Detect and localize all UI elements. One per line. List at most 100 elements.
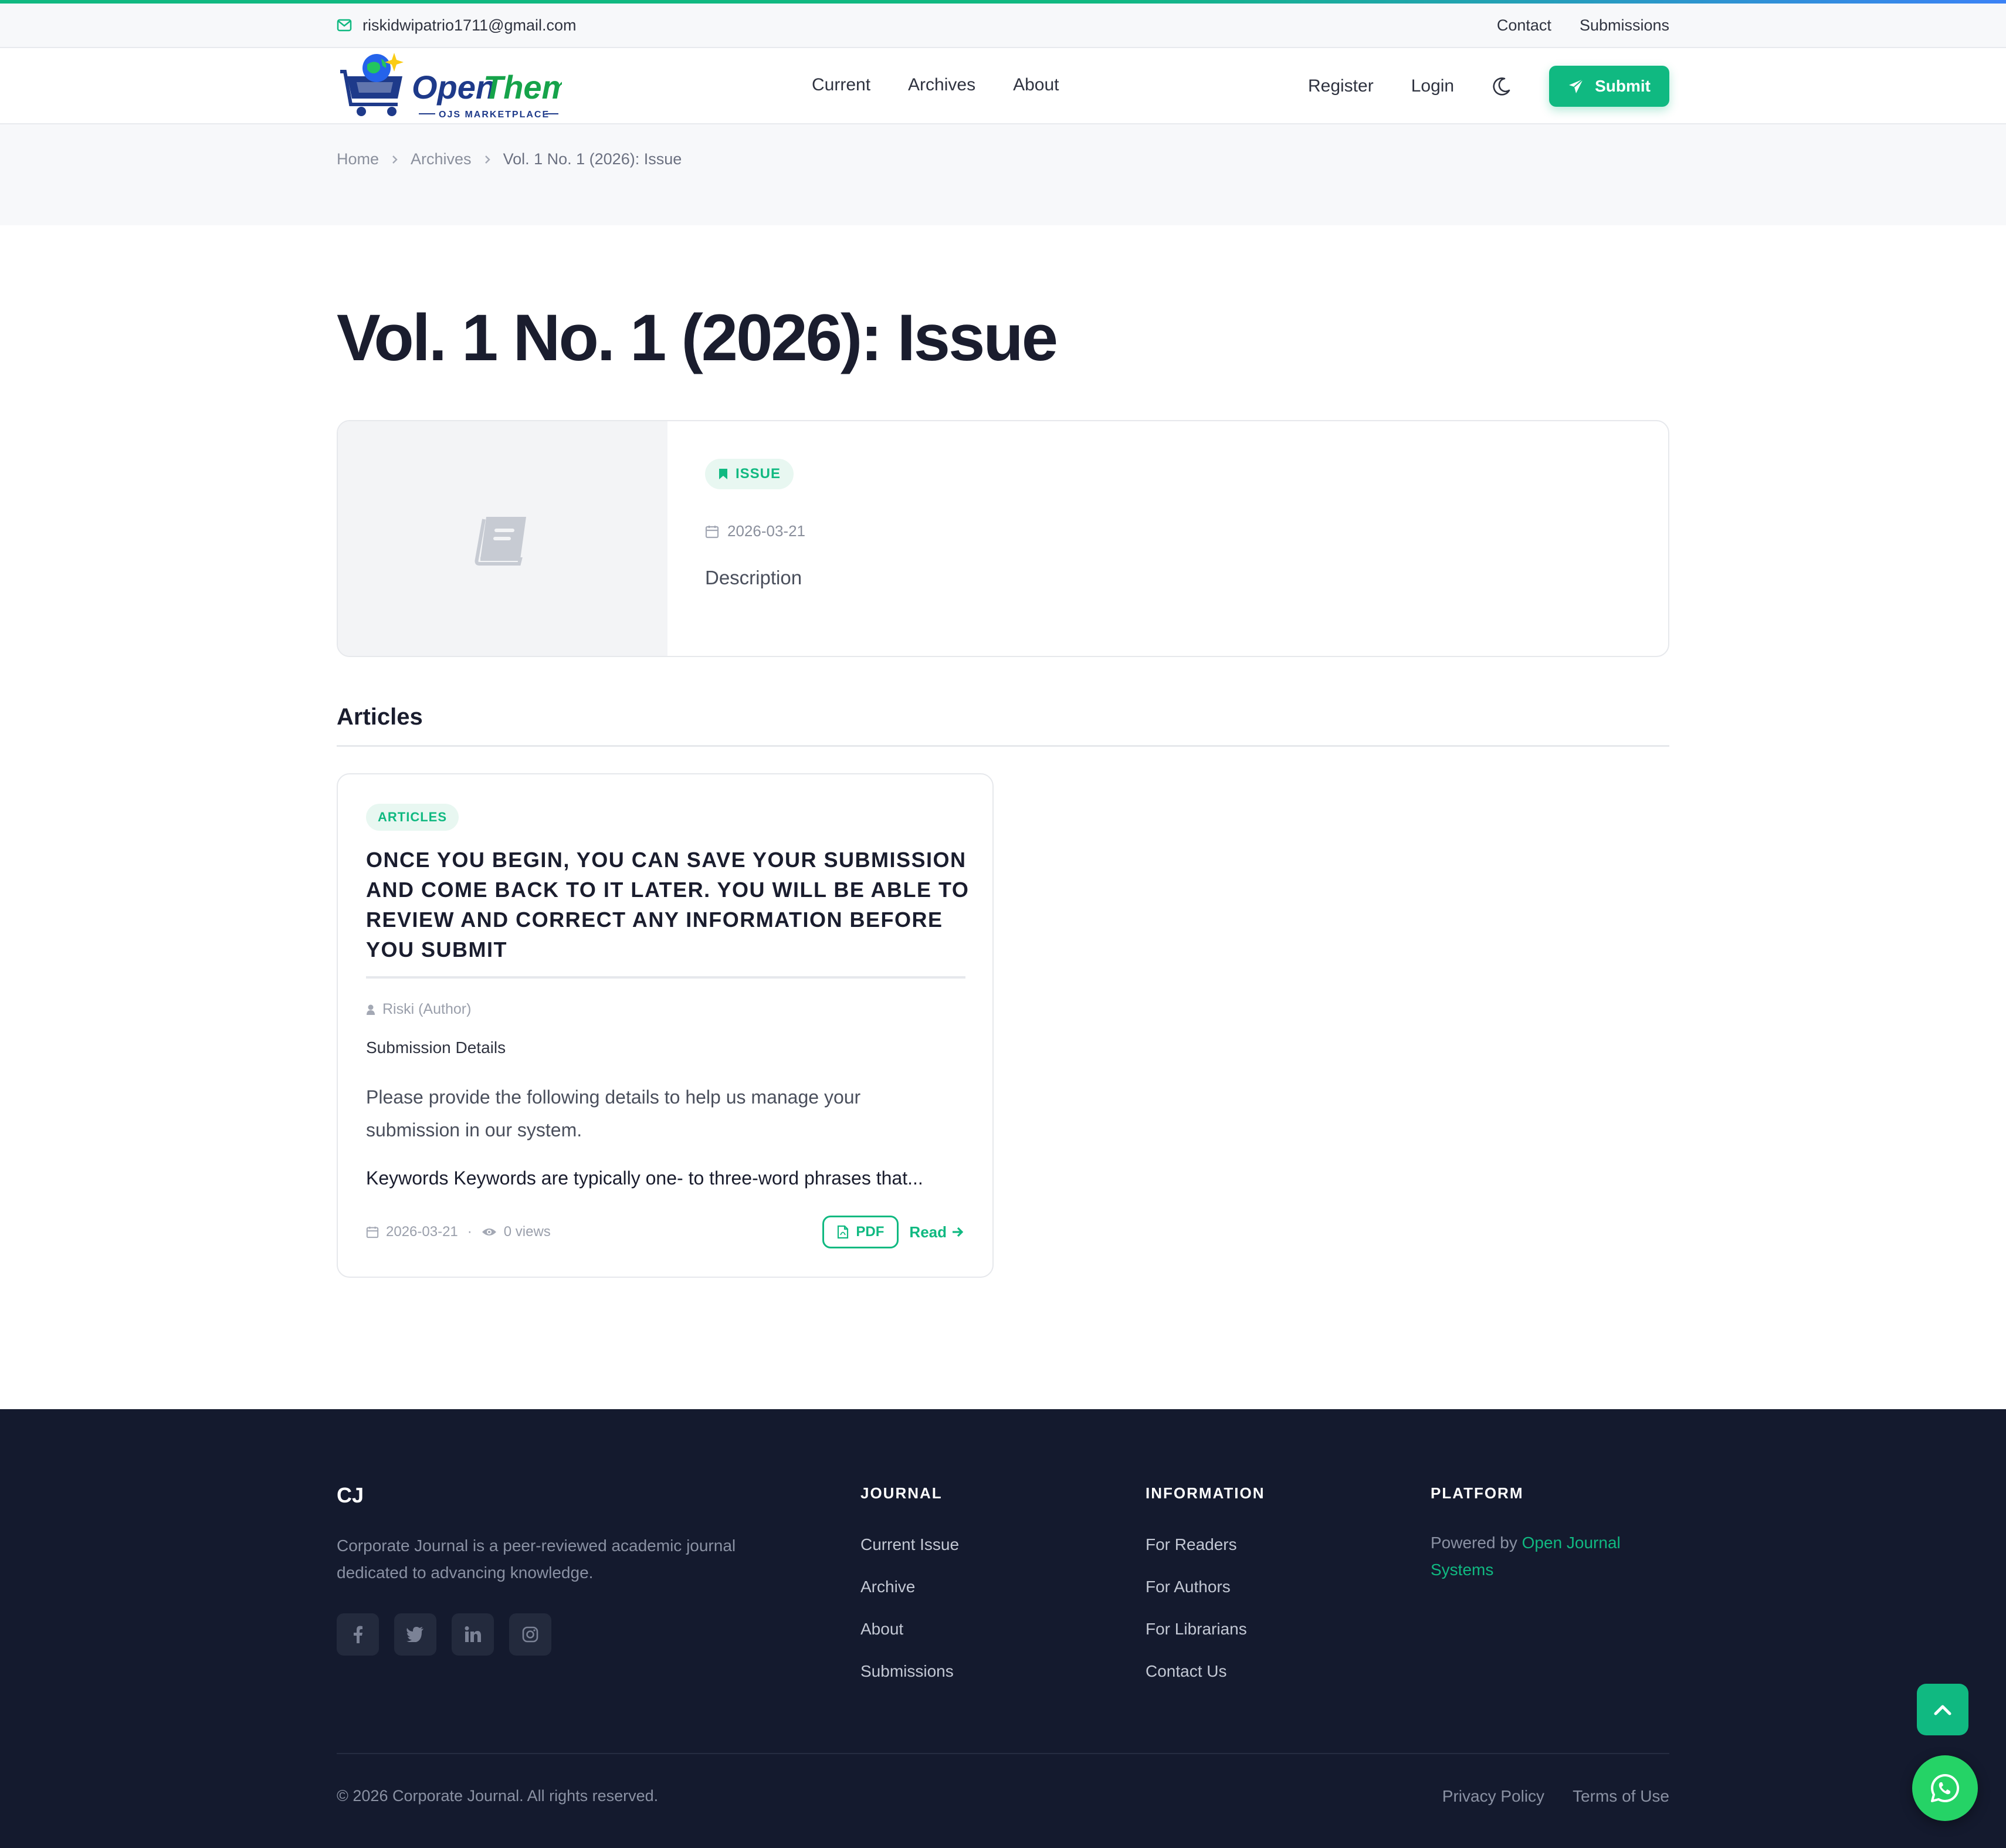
article-title[interactable]: Once you begin, you can save your submis… bbox=[366, 845, 970, 964]
article-card: ARTICLES Once you begin, you can save yo… bbox=[337, 773, 994, 1278]
nav-about[interactable]: About bbox=[1013, 75, 1059, 95]
linkedin-icon bbox=[465, 1626, 481, 1642]
footer-link-submissions[interactable]: Submissions bbox=[860, 1662, 959, 1704]
submit-button[interactable]: Submit bbox=[1549, 66, 1669, 107]
footer-divider bbox=[337, 1753, 1669, 1754]
article-actions: PDF Read bbox=[822, 1216, 964, 1248]
instagram-icon bbox=[522, 1626, 538, 1643]
footer-link-about[interactable]: About bbox=[860, 1620, 959, 1662]
whatsapp-button[interactable] bbox=[1912, 1755, 1978, 1821]
mail-icon bbox=[337, 19, 352, 32]
paper-plane-icon bbox=[1569, 79, 1584, 93]
twitter-icon bbox=[406, 1627, 423, 1642]
footer-link-archive[interactable]: Archive bbox=[860, 1578, 959, 1620]
footer-information-heading: INFORMATION bbox=[1146, 1484, 1265, 1502]
issue-badge: ISSUE bbox=[705, 459, 794, 489]
book-icon bbox=[475, 517, 526, 566]
article-divider bbox=[366, 976, 965, 979]
read-link-label: Read bbox=[909, 1223, 947, 1241]
svg-text:Themes: Themes bbox=[483, 69, 562, 106]
footer-link-contact-us[interactable]: Contact Us bbox=[1146, 1662, 1265, 1704]
terms-of-use-link[interactable]: Terms of Use bbox=[1573, 1787, 1669, 1806]
page-title: Vol. 1 No. 1 (2026): Issue bbox=[337, 301, 1058, 374]
issue-cover-placeholder bbox=[338, 421, 667, 656]
issue-date: 2026-03-21 bbox=[705, 522, 805, 540]
footer-link-for-readers[interactable]: For Readers bbox=[1146, 1535, 1265, 1578]
arrow-right-icon bbox=[953, 1227, 964, 1237]
top-links: Contact Submissions bbox=[1497, 15, 1669, 35]
breadcrumb: Home Archives Vol. 1 No. 1 (2026): Issue bbox=[337, 150, 682, 168]
article-abstract: Please provide the following details to … bbox=[366, 1087, 861, 1140]
facebook-link[interactable] bbox=[337, 1613, 379, 1656]
footer-journal-column: JOURNAL Current Issue Archive About Subm… bbox=[860, 1484, 959, 1704]
main-header: Open Themes OJS MARKETPLACE Current Arch… bbox=[0, 48, 2006, 124]
issue-description: Description bbox=[705, 567, 802, 588]
breadcrumb-archives[interactable]: Archives bbox=[411, 150, 472, 168]
article-section-badge: ARTICLES bbox=[366, 804, 459, 831]
articles-divider bbox=[337, 745, 1669, 747]
nav-archives[interactable]: Archives bbox=[908, 75, 975, 95]
meta-separator: · bbox=[467, 1224, 472, 1240]
svg-text:OJS MARKETPLACE: OJS MARKETPLACE bbox=[439, 110, 550, 120]
top-bar: riskidwipatrio1711@gmail.com Contact Sub… bbox=[0, 0, 2006, 48]
user-icon bbox=[367, 1004, 375, 1015]
chevron-right-icon bbox=[392, 155, 398, 164]
issue-date-text: 2026-03-21 bbox=[727, 522, 805, 540]
article-subheading: Submission Details bbox=[366, 1038, 506, 1057]
articles-heading: Articles bbox=[337, 704, 423, 730]
breadcrumb-home[interactable]: Home bbox=[337, 150, 379, 168]
chevron-right-icon bbox=[484, 155, 490, 164]
linkedin-link[interactable] bbox=[452, 1613, 494, 1656]
theme-toggle-button[interactable] bbox=[1492, 76, 1512, 96]
social-links bbox=[337, 1613, 551, 1656]
copyright: © 2026 Corporate Journal. All rights res… bbox=[337, 1787, 659, 1805]
article-date: 2026-03-21 bbox=[386, 1224, 458, 1240]
read-link[interactable]: Read bbox=[909, 1223, 964, 1241]
top-link-contact[interactable]: Contact bbox=[1497, 16, 1551, 35]
bookmark-icon bbox=[719, 469, 727, 479]
calendar-icon bbox=[705, 525, 719, 538]
issue-info: ISSUE 2026-03-21 Description bbox=[705, 459, 805, 588]
moon-icon bbox=[1493, 77, 1510, 96]
breadcrumb-current: Vol. 1 No. 1 (2026): Issue bbox=[503, 150, 682, 168]
facebook-icon bbox=[354, 1626, 362, 1643]
top-accent-bar bbox=[0, 0, 2006, 4]
article-meta: 2026-03-21 · 0 views bbox=[366, 1224, 551, 1240]
register-link[interactable]: Register bbox=[1308, 76, 1374, 96]
privacy-policy-link[interactable]: Privacy Policy bbox=[1442, 1787, 1544, 1806]
footer-brand: CJ bbox=[337, 1483, 364, 1507]
footer-description: Corporate Journal is a peer-reviewed aca… bbox=[337, 1536, 736, 1582]
site-footer: CJ Corporate Journal is a peer-reviewed … bbox=[0, 1409, 2006, 1848]
powered-by-text: Powered by Open Journal Systems bbox=[1431, 1529, 1677, 1583]
chevron-up-icon bbox=[1934, 1705, 1951, 1715]
contact-email[interactable]: riskidwipatrio1711@gmail.com bbox=[337, 15, 577, 35]
top-link-submissions[interactable]: Submissions bbox=[1580, 16, 1669, 35]
article-views: 0 views bbox=[503, 1224, 551, 1240]
footer-link-current-issue[interactable]: Current Issue bbox=[860, 1535, 959, 1578]
eye-icon bbox=[482, 1228, 496, 1236]
whatsapp-icon bbox=[1931, 1773, 1960, 1802]
twitter-link[interactable] bbox=[394, 1613, 436, 1656]
user-nav: Register Login Submit bbox=[1308, 66, 1669, 107]
footer-journal-heading: JOURNAL bbox=[860, 1484, 943, 1502]
footer-link-for-librarians[interactable]: For Librarians bbox=[1146, 1620, 1265, 1662]
article-author: Riski (Author) bbox=[366, 1001, 471, 1018]
site-logo[interactable]: Open Themes OJS MARKETPLACE bbox=[337, 48, 608, 124]
breadcrumb-band: Home Archives Vol. 1 No. 1 (2026): Issue bbox=[0, 124, 2006, 225]
pdf-button[interactable]: PDF bbox=[822, 1216, 899, 1248]
email-text: riskidwipatrio1711@gmail.com bbox=[362, 16, 577, 34]
footer-link-for-authors[interactable]: For Authors bbox=[1146, 1578, 1265, 1620]
nav-current[interactable]: Current bbox=[812, 75, 870, 95]
article-keywords: Keywords Keywords are typically one- to … bbox=[366, 1167, 923, 1189]
back-to-top-button[interactable] bbox=[1917, 1684, 1968, 1735]
login-link[interactable]: Login bbox=[1411, 76, 1454, 96]
instagram-link[interactable] bbox=[509, 1613, 551, 1656]
footer-information-column: INFORMATION For Readers For Authors For … bbox=[1146, 1484, 1265, 1704]
issue-badge-label: ISSUE bbox=[736, 466, 781, 482]
footer-platform-column: PLATFORM Powered by Open Journal Systems bbox=[1431, 1484, 1677, 1583]
article-author-name: Riski (Author) bbox=[382, 1001, 472, 1017]
issue-card: ISSUE 2026-03-21 Description bbox=[337, 420, 1669, 657]
submit-button-label: Submit bbox=[1595, 77, 1651, 95]
legal-links: Privacy Policy Terms of Use bbox=[1442, 1787, 1669, 1806]
file-pdf-icon bbox=[838, 1225, 849, 1239]
